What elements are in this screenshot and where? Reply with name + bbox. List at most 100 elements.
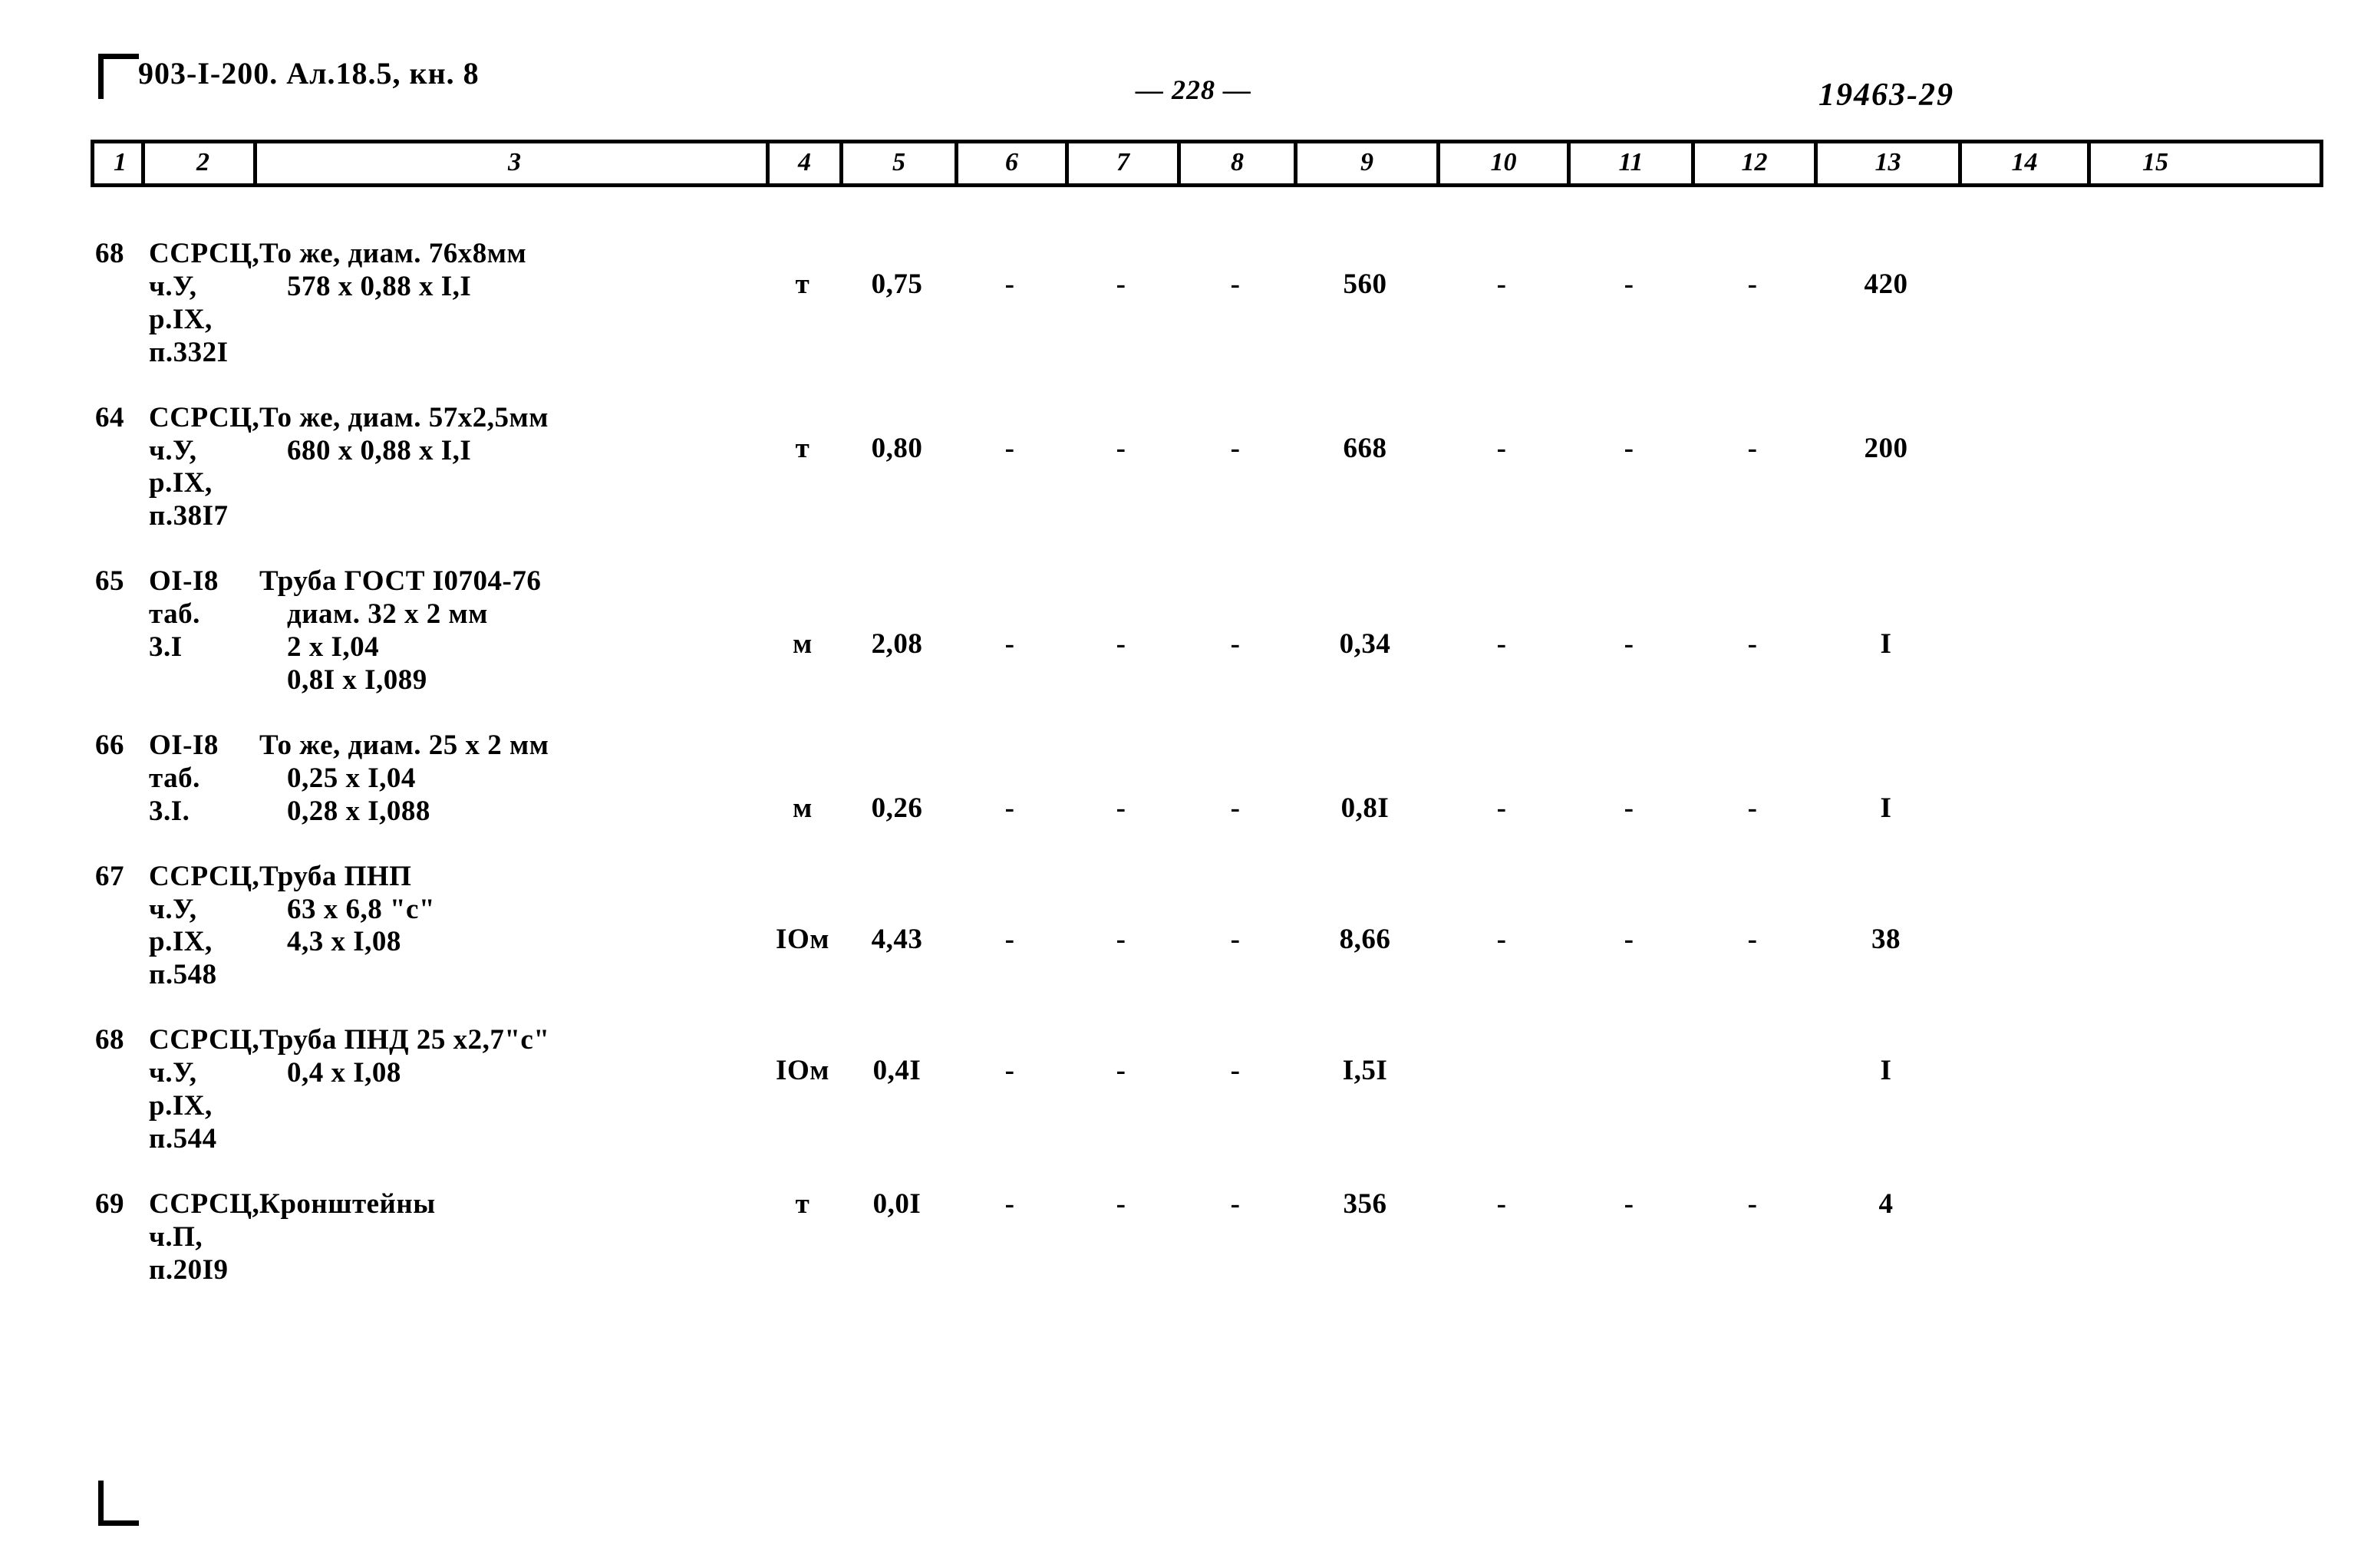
row-value-col10: - — [1496, 432, 1507, 464]
row-value-col6: - — [1004, 268, 1015, 300]
row-value-col12: - — [1747, 432, 1758, 464]
row-value-col6: - — [1004, 628, 1015, 660]
row-description-line: Труба ПНП — [259, 860, 412, 892]
row-value-col5: 0,4I — [872, 1055, 922, 1087]
row-value-col6: - — [1004, 923, 1015, 955]
row-norm-code: ССРСЦ, ч.П, п.20I9 — [149, 1188, 260, 1286]
row-value-col6: - — [1004, 792, 1015, 824]
table-row: 64 ССРСЦ, ч.У, р.IX, п.38I7 То же, диам. 5… — [91, 402, 2323, 534]
column-number-11: 11 — [1571, 143, 1695, 183]
row-norm-code: OI-I8 таб. 3.I. — [149, 729, 219, 827]
row-description-line: 63 х 6,8 "с" — [287, 893, 436, 925]
row-value-col5: 0,75 — [871, 268, 923, 300]
row-value-col15 — [2087, 565, 2216, 628]
row-norm-code: ССРСЦ, ч.У, р.IX, п.332I — [149, 238, 260, 368]
row-value-col9: 668 — [1343, 432, 1387, 464]
row-description-line: То же, диам. 76х8мм — [259, 238, 527, 269]
row-value-col8: - — [1230, 268, 1241, 300]
row-description-line: диам. 32 х 2 мм — [287, 598, 488, 631]
row-description-line: 0,8I х I,089 — [287, 664, 427, 696]
row-value-col5: 2,08 — [871, 628, 923, 660]
table-row: 65 OI-I8 таб. 3.I Труба ГОСТ I0704-76 диам.… — [91, 565, 2323, 697]
row-description: Труба ПНП 63 х 6,8 "с" 4,3 х I,08 — [253, 861, 766, 960]
row-value-col12: - — [1747, 792, 1758, 824]
column-number-15: 15 — [2142, 147, 2168, 176]
row-description-line: 2 х I,04 — [287, 631, 380, 664]
row-value-col8: - — [1230, 792, 1241, 824]
row-description: Труба ПНД 25 х2,7"с" 0,4 х I,08 — [253, 1024, 766, 1090]
row-value-col12: - — [1747, 923, 1758, 955]
row-value-col8: - — [1230, 1188, 1241, 1220]
document-header-left: 903-I-200. Ал.18.5, кн. 8 — [138, 56, 480, 91]
row-value-col13: 38 — [1871, 923, 1901, 955]
column-number-5: 5 — [843, 143, 958, 183]
row-value-col7: - — [1116, 628, 1126, 660]
row-value-col7: - — [1116, 432, 1126, 464]
row-unit: м — [793, 792, 813, 824]
row-unit: м — [793, 628, 813, 660]
row-value-col10: - — [1496, 628, 1507, 660]
row-value-col11: - — [1624, 1188, 1634, 1220]
row-item-number: 64 — [95, 401, 124, 433]
column-number-13: 13 — [1818, 143, 1962, 183]
row-value-col15 — [2087, 1024, 2216, 1055]
row-value-col13: I — [1880, 1055, 1892, 1087]
row-value-col14 — [1958, 402, 2087, 433]
column-number-4: 4 — [770, 143, 843, 183]
row-value-col10: - — [1496, 923, 1507, 955]
row-item-number: 68 — [95, 1024, 124, 1056]
row-description: То же, диам. 76х8мм 578 х 0,88 х I,I — [253, 238, 766, 304]
row-value-col10 — [1436, 1024, 1567, 1055]
row-value-col11 — [1567, 1024, 1691, 1055]
row-item-number: 69 — [95, 1188, 124, 1220]
row-value-col15 — [2087, 238, 2216, 268]
row-value-col5: 0,0I — [872, 1188, 922, 1220]
row-unit: т — [795, 268, 810, 300]
row-norm-code: OI-I8 таб. 3.I — [149, 565, 219, 664]
row-unit: IОм — [776, 1055, 829, 1087]
row-norm-code: ССРСЦ, ч.У, р.IX, п.548 — [149, 860, 260, 991]
table-row: 69 ССРСЦ, ч.П, п.20I9 Кронштейны т 0,0I - - - 35… — [91, 1188, 2323, 1287]
column-number-band: 1 2 3 4 5 6 7 8 9 10 11 12 13 14 15 — [91, 140, 2323, 187]
row-description-line: 0,25 х I,04 — [287, 762, 416, 794]
row-value-col9: 356 — [1343, 1188, 1387, 1220]
row-description-line: То же, диам. 57х2,5мм — [259, 401, 549, 433]
row-value-col13: I — [1880, 628, 1892, 660]
column-number-3: 3 — [257, 143, 770, 183]
row-norm-code: ССРСЦ, ч.У, р.IX, п.38I7 — [149, 401, 260, 532]
row-value-col13: 420 — [1864, 268, 1908, 300]
row-value-col15 — [2087, 861, 2216, 924]
row-unit: IОм — [776, 923, 829, 955]
table-row: 66 OI-I8 таб. 3.I. То же, диам. 25 х 2 мм 0… — [91, 730, 2323, 828]
row-item-number: 66 — [95, 729, 124, 761]
row-value-col6: - — [1004, 1055, 1015, 1087]
table-row: 68 ССРСЦ, ч.У, р.IX, п.332I То же, диам. 7… — [91, 238, 2323, 370]
column-number-12: 12 — [1695, 143, 1818, 183]
row-value-col7: - — [1116, 268, 1126, 300]
column-number-7: 7 — [1069, 143, 1181, 183]
row-value-col14 — [1958, 1024, 2087, 1055]
row-value-col13: 4 — [1878, 1188, 1894, 1220]
row-description-line: 578 х 0,88 х I,I — [287, 270, 472, 302]
row-value-col6: - — [1004, 432, 1015, 464]
row-description-line: Труба ПНД 25 х2,7"с" — [259, 1024, 550, 1056]
row-item-number: 68 — [95, 238, 124, 269]
row-value-col12: - — [1747, 1188, 1758, 1220]
row-value-col11: - — [1624, 792, 1634, 824]
row-description-line: Труба ГОСТ I0704-76 — [259, 565, 542, 598]
row-value-col12: - — [1747, 268, 1758, 300]
column-number-14: 14 — [1962, 143, 2091, 183]
row-value-col12: - — [1747, 628, 1758, 660]
corner-mark-top-left — [98, 54, 139, 99]
row-value-col14 — [1958, 565, 2087, 628]
document-page: 903-I-200. Ал.18.5, кн. 8 — 228 — 19463-… — [0, 0, 2374, 1568]
row-value-col15 — [2087, 730, 2216, 792]
row-value-col8: - — [1230, 628, 1241, 660]
row-value-col12 — [1691, 1024, 1814, 1055]
specification-table: 68 ССРСЦ, ч.У, р.IX, п.332I То же, диам. 7… — [91, 238, 2323, 1319]
row-description: То же, диам. 57х2,5мм 680 х 0,88 х I,I — [253, 402, 766, 468]
row-description-line: 0,4 х I,08 — [287, 1057, 401, 1089]
column-number-6: 6 — [958, 143, 1069, 183]
column-number-1: 1 — [94, 143, 145, 183]
row-unit: т — [795, 1188, 810, 1220]
